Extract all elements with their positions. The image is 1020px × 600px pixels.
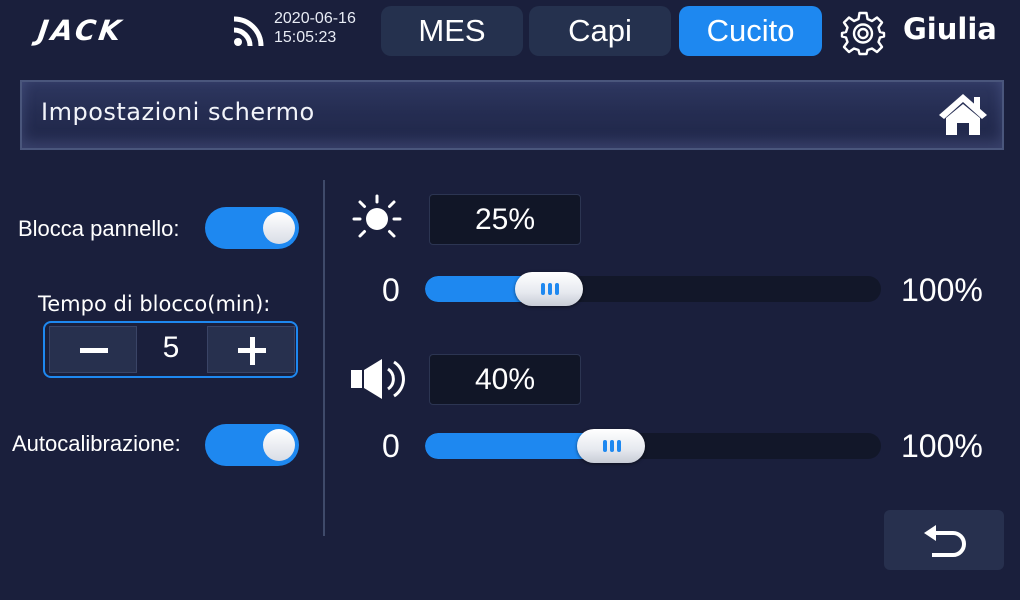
decrement-button[interactable]	[49, 326, 137, 373]
volume-value-box: 40%	[429, 354, 581, 405]
panel-divider	[323, 180, 325, 536]
autocal-toggle[interactable]	[205, 424, 299, 466]
minus-icon	[80, 348, 108, 353]
lock-time-value: 5	[162, 331, 180, 364]
time-text: 15:05:23	[274, 29, 337, 46]
user-name: Giulia	[903, 12, 997, 46]
sun-icon	[352, 194, 402, 238]
home-icon[interactable]	[936, 91, 990, 137]
toggle-knob	[263, 212, 295, 244]
increment-button[interactable]	[207, 326, 295, 373]
volume-max-label: 100%	[901, 428, 983, 464]
jack-logo: JACK	[35, 14, 126, 47]
tab-capi[interactable]: Capi	[529, 6, 671, 56]
datetime: 2020-06-16 15:05:23	[274, 9, 356, 47]
brightness-slider-track[interactable]	[425, 276, 881, 302]
volume-min-label: 0	[382, 428, 400, 464]
back-button[interactable]	[884, 510, 1004, 570]
brightness-slider-thumb[interactable]	[515, 272, 583, 306]
date-text: 2020-06-16	[274, 10, 356, 27]
gear-icon[interactable]	[838, 8, 888, 58]
brightness-min-label: 0	[382, 272, 400, 308]
volume-slider-track[interactable]	[425, 433, 881, 459]
wifi-signal-icon	[233, 16, 264, 47]
lock-panel-label: Blocca pannello:	[18, 216, 180, 241]
tab-mes[interactable]: MES	[381, 6, 523, 56]
tab-cucito[interactable]: Cucito	[679, 6, 822, 56]
speaker-icon	[351, 359, 405, 399]
brightness-value-box: 25%	[429, 194, 581, 245]
autocal-label: Autocalibrazione:	[12, 431, 181, 456]
brightness-max-label: 100%	[901, 272, 983, 308]
page-title: Impostazioni schermo	[41, 98, 315, 126]
volume-slider-thumb[interactable]	[577, 429, 646, 463]
return-arrow-icon	[924, 525, 966, 557]
lock-panel-toggle[interactable]	[205, 207, 299, 249]
lock-time-stepper: 5	[43, 321, 298, 378]
brightness-value: 25%	[474, 202, 536, 236]
lock-time-label: Tempo di blocco(min):	[38, 292, 271, 316]
volume-value: 40%	[474, 362, 536, 396]
toggle-knob	[263, 429, 295, 461]
